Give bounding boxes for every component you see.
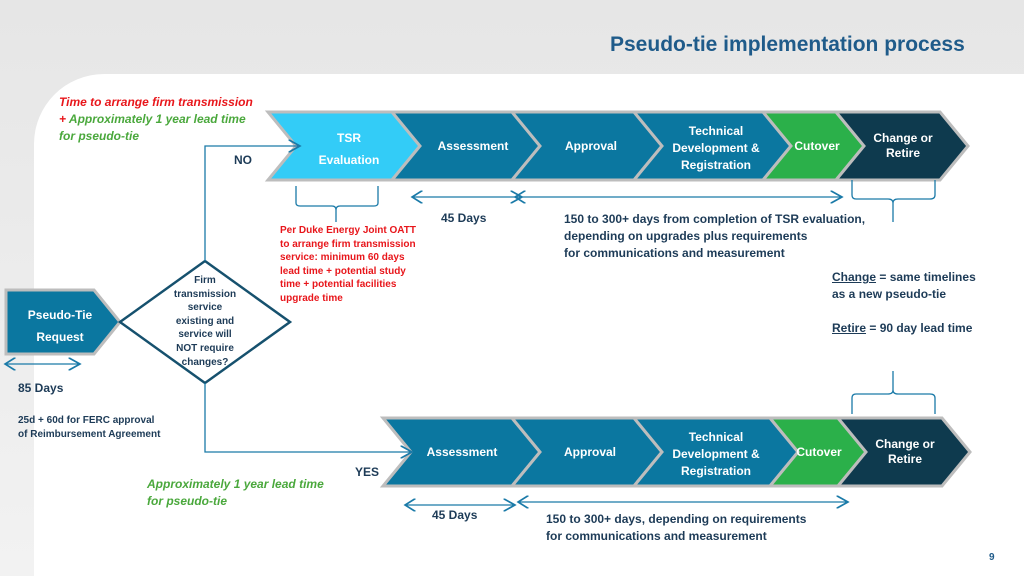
no-label: NO (234, 153, 252, 167)
slide: Pseudo-tie implementation process Time t… (0, 0, 1024, 576)
step-cutover-bottom[interactable]: Cutover (796, 445, 841, 459)
top-150-days: 150 to 300+ days from completion of TSR … (564, 212, 866, 260)
yes-label: YES (355, 465, 380, 479)
ferc-note: 25d + 60d for FERC approval of Reimbursem… (18, 415, 161, 440)
brace-tsr (295, 186, 379, 222)
step-technical-top[interactable]: Technical Development & Registration (672, 123, 759, 174)
decision-text: Firm transmission service existing and servi… (173, 275, 237, 368)
top-45-days: 45 Days (441, 211, 487, 225)
step-tsr-evaluation[interactable]: TSR Evaluation (319, 127, 380, 171)
85-days: 85 Days (18, 381, 64, 395)
page-number: 9 (989, 552, 995, 563)
brace-change-bottom (851, 371, 936, 414)
step-cutover-top[interactable]: Cutover (794, 139, 839, 153)
step-change-bottom[interactable]: Change or Retire (875, 437, 934, 467)
bottom-note: Approximately 1 year lead time for pseudo… (147, 477, 324, 508)
bottom-45-days: 45 Days (432, 508, 478, 522)
step-change-top[interactable]: Change or Retire (873, 131, 932, 161)
step-approval-bottom[interactable]: Approval (564, 445, 616, 459)
change-retire-note: Change = same timelines as a new pseudo-… (832, 270, 976, 335)
bottom-150-days: 150 to 300+ days, depending on requireme… (546, 512, 807, 543)
top-note: Time to arrange firm transmission + Appr… (59, 95, 253, 143)
step-approval-top[interactable]: Approval (565, 139, 617, 153)
pseudo-tie-request[interactable]: Pseudo-Tie Request (28, 304, 92, 348)
step-assessment-top[interactable]: Assessment (438, 139, 509, 153)
step-technical-bottom[interactable]: Technical Development & Registration (672, 429, 759, 480)
oatt-note: Per Duke Energy Joint OATT to arrange fir… (280, 225, 416, 304)
step-assessment-bottom[interactable]: Assessment (427, 445, 498, 459)
